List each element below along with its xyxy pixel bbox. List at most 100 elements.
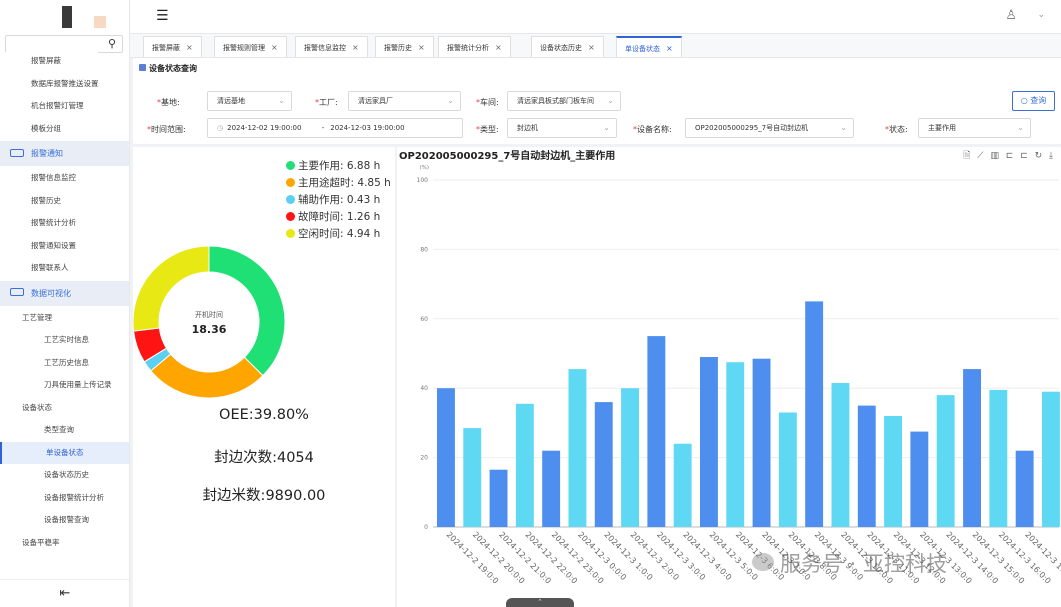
bar[interactable] (673, 443, 692, 527)
close-icon[interactable]: × (666, 44, 673, 53)
sidebar-item[interactable]: 报警统计分析 (0, 212, 129, 235)
tab[interactable]: 报警统计分析 × (438, 36, 511, 57)
sidebar-item[interactable]: 设备平稳率 (0, 532, 129, 555)
logo (60, 6, 120, 30)
bar[interactable] (568, 369, 587, 527)
type-select[interactable]: 封边机 ⌄ (507, 118, 617, 138)
sidebar-item[interactable]: 报警通知设置 (0, 235, 129, 258)
sidebar-item[interactable]: 报警历史 (0, 190, 129, 213)
legend-value: 0.43 h (346, 194, 381, 206)
sidebar-item[interactable]: 设备报警查询 (0, 509, 129, 532)
bar[interactable] (1042, 391, 1060, 527)
device-name-select[interactable]: OP202005000295_7号自动封边机 ⌄ (685, 118, 854, 138)
bar[interactable] (857, 405, 876, 527)
bar[interactable] (542, 450, 561, 527)
bar[interactable] (647, 336, 666, 527)
sidebar-item[interactable]: 设备报警统计分析 (0, 487, 129, 510)
bar[interactable] (989, 389, 1008, 527)
bar[interactable] (805, 301, 824, 527)
tab[interactable]: 报警信息监控 × (295, 36, 368, 57)
x-tick-label: 2024-12-3 2:0:0 (629, 530, 681, 582)
sidebar-item[interactable]: 报警信息监控 (0, 167, 129, 190)
bar[interactable] (515, 403, 534, 527)
close-icon[interactable]: × (186, 43, 193, 52)
legend-item[interactable]: 空闲时间: 4.94 h (286, 226, 391, 243)
sidebar-item[interactable]: 模板分组 (0, 118, 129, 141)
user-icon[interactable]: ♙ (1005, 8, 1017, 23)
tab[interactable]: 报警历史 × (375, 36, 434, 57)
tab[interactable]: 单设备状态 × (616, 36, 682, 57)
close-icon[interactable]: × (352, 43, 359, 52)
sidebar-item[interactable]: 设备状态历史 (0, 464, 129, 487)
sidebar-item-label: 工艺管理 (22, 312, 52, 322)
bar[interactable] (463, 428, 482, 527)
bar[interactable] (884, 416, 902, 527)
sidebar-item[interactable]: 设备状态 (0, 397, 129, 420)
oee-value: OEE:39.80% (219, 407, 309, 423)
sidebar-item-label: 报警联系人 (31, 263, 69, 272)
sidebar-item-label: 设备报警统计分析 (44, 492, 104, 502)
legend-dot (286, 160, 295, 170)
sidebar-item[interactable]: 报警联系人 (0, 257, 129, 280)
legend-item[interactable]: 主用途超时: 4.85 h (286, 175, 391, 192)
close-icon[interactable]: × (271, 43, 278, 52)
close-icon[interactable]: × (495, 43, 502, 52)
sidebar-item[interactable]: 报警通知 (0, 141, 129, 166)
sidebar-item[interactable]: 单设备状态 (0, 441, 129, 464)
bar[interactable] (594, 402, 613, 527)
sidebar-item[interactable]: 刀具使用量上传记录 (0, 374, 129, 397)
bar[interactable] (700, 357, 718, 527)
status-select[interactable]: 主要作用 ⌄ (918, 118, 1031, 138)
donut-slice[interactable] (150, 353, 264, 399)
sidebar-item[interactable]: 数据库报警推送设置 (0, 73, 129, 96)
sidebar-item-label: 报警通知设置 (31, 240, 76, 250)
tab[interactable]: 报警屏蔽 × (143, 36, 202, 57)
bar[interactable] (752, 358, 771, 527)
sidebar-item-label: 刀具使用量上传记录 (44, 380, 112, 389)
bar[interactable] (489, 469, 508, 527)
legend-item[interactable]: 故障时间: 1.26 h (286, 209, 391, 226)
y-tick-label: 100 (417, 177, 429, 184)
bar[interactable] (778, 412, 797, 528)
sidebar-item[interactable]: 数据可视化 (0, 280, 129, 306)
donut-chart: 开机时间 18.36 (133, 245, 286, 399)
legend-item[interactable]: 辅助作用: 0.43 h (286, 192, 391, 209)
legend-item[interactable]: 主要作用: 6.88 h (286, 158, 391, 175)
workshop-select[interactable]: 清远家具板式部门板车间 ⌄ (507, 91, 621, 111)
time-range-picker[interactable]: ◷ 2024-12-02 19:00:00 -2024-12-03 19:00:0… (207, 118, 463, 138)
chevron-down-icon[interactable]: ⌄ (1037, 10, 1045, 20)
close-icon[interactable]: × (588, 43, 595, 52)
query-button[interactable]: ○ 查询 (1012, 91, 1055, 111)
sidebar-item[interactable]: 类型查询 (0, 419, 129, 442)
legend-dot (286, 228, 295, 238)
bar[interactable] (621, 388, 639, 527)
sidebar-item-label: 设备平稳率 (22, 537, 60, 547)
bar[interactable] (910, 431, 929, 527)
sidebar-item-label: 模板分组 (31, 123, 61, 133)
legend-value: 6.88 h (346, 160, 381, 172)
scroll-handle[interactable]: ⌃ (506, 598, 574, 607)
legend-label: 故障时间: (298, 211, 344, 223)
device-name-label: *设备名称: (633, 125, 672, 134)
base-select[interactable]: 清远基地 ⌄ (207, 91, 292, 111)
collapse-sidebar-button[interactable]: ⇤ (0, 579, 129, 607)
close-icon[interactable]: × (418, 43, 425, 52)
bar[interactable] (1015, 450, 1034, 527)
tab[interactable]: 报警规则管理 × (214, 36, 287, 57)
sidebar-item[interactable]: 机台报警灯管理 (0, 95, 129, 118)
sidebar-item[interactable]: 工艺实时信息 (0, 329, 129, 352)
bar[interactable] (831, 383, 850, 527)
sidebar-item[interactable]: 工艺历史信息 (0, 352, 129, 375)
bar[interactable] (437, 388, 455, 527)
bar[interactable] (936, 395, 955, 527)
tab[interactable]: 设备状态历史 × (531, 36, 604, 57)
chart-toolbox[interactable]: 🗎 ⟋ ▥ ⊏ ⊏ ↻ ⤓ (963, 148, 1055, 164)
search-icon[interactable]: ⚲ (108, 37, 116, 50)
y-axis-label: (%) (419, 165, 429, 171)
sidebar-item[interactable]: 报警屏蔽 (0, 50, 129, 73)
bar[interactable] (726, 362, 745, 527)
menu-toggle-icon[interactable]: ☰ (156, 8, 169, 24)
sidebar-item[interactable]: 工艺管理 (0, 307, 129, 330)
bar[interactable] (963, 369, 981, 527)
factory-select[interactable]: 清远家具厂 ⌄ (348, 91, 461, 111)
